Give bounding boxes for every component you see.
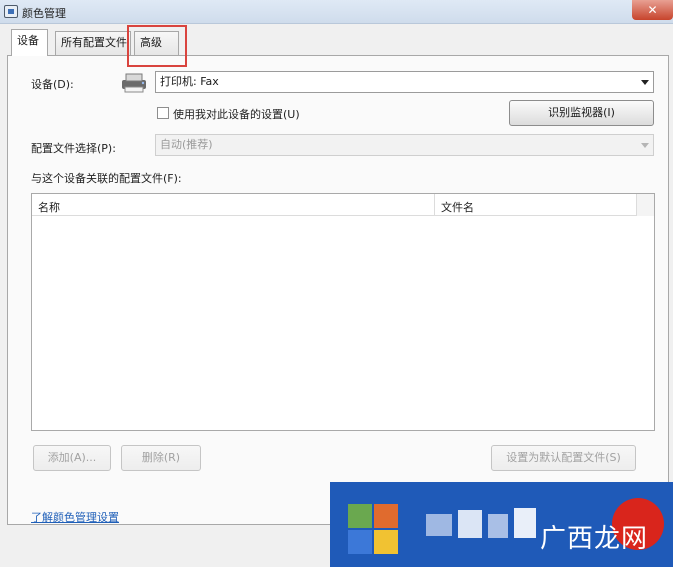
color-management-icon (4, 5, 18, 18)
device-select-value: 打印机: Fax (160, 75, 219, 88)
add-button[interactable]: 添加(A)... (33, 445, 111, 471)
chevron-down-icon (641, 143, 649, 148)
associated-profiles-label: 与这个设备关联的配置文件(F): (31, 172, 182, 185)
device-select[interactable]: 打印机: Fax (155, 71, 654, 93)
column-header-filename[interactable]: 文件名 (441, 199, 474, 215)
close-button[interactable]: ✕ (632, 0, 673, 20)
title-bar (0, 0, 673, 24)
column-divider[interactable] (434, 194, 435, 216)
profile-selection-label: 配置文件选择(P): (31, 142, 116, 155)
associated-profiles-list[interactable] (31, 193, 655, 431)
list-header (32, 194, 636, 216)
column-header-name[interactable]: 名称 (38, 199, 60, 215)
printer-icon (118, 72, 152, 94)
remove-button[interactable]: 删除(R) (121, 445, 201, 471)
use-my-settings-checkbox[interactable] (157, 107, 169, 119)
learn-color-management-link[interactable]: 了解颜色管理设置 (31, 509, 119, 525)
header-scroll-corner (636, 194, 654, 216)
profile-selection-select[interactable]: 自动(推荐) (155, 134, 654, 156)
chevron-down-icon (641, 80, 649, 85)
window-title: 颜色管理 (22, 7, 66, 20)
profile-selection-value: 自动(推荐) (160, 138, 213, 151)
tab-all-profiles[interactable]: 所有配置文件 (55, 31, 131, 55)
tab-devices[interactable]: 设备 (11, 29, 48, 56)
use-my-settings-label: 使用我对此设备的设置(U) (173, 108, 300, 121)
annotation-highlight-box (127, 25, 187, 67)
identify-monitors-button[interactable]: 识别监视器(I) (509, 100, 654, 126)
watermark-text: 广西龙网 (540, 524, 649, 554)
set-default-profile-button[interactable]: 设置为默认配置文件(S) (491, 445, 636, 471)
device-label: 设备(D): (31, 78, 74, 91)
